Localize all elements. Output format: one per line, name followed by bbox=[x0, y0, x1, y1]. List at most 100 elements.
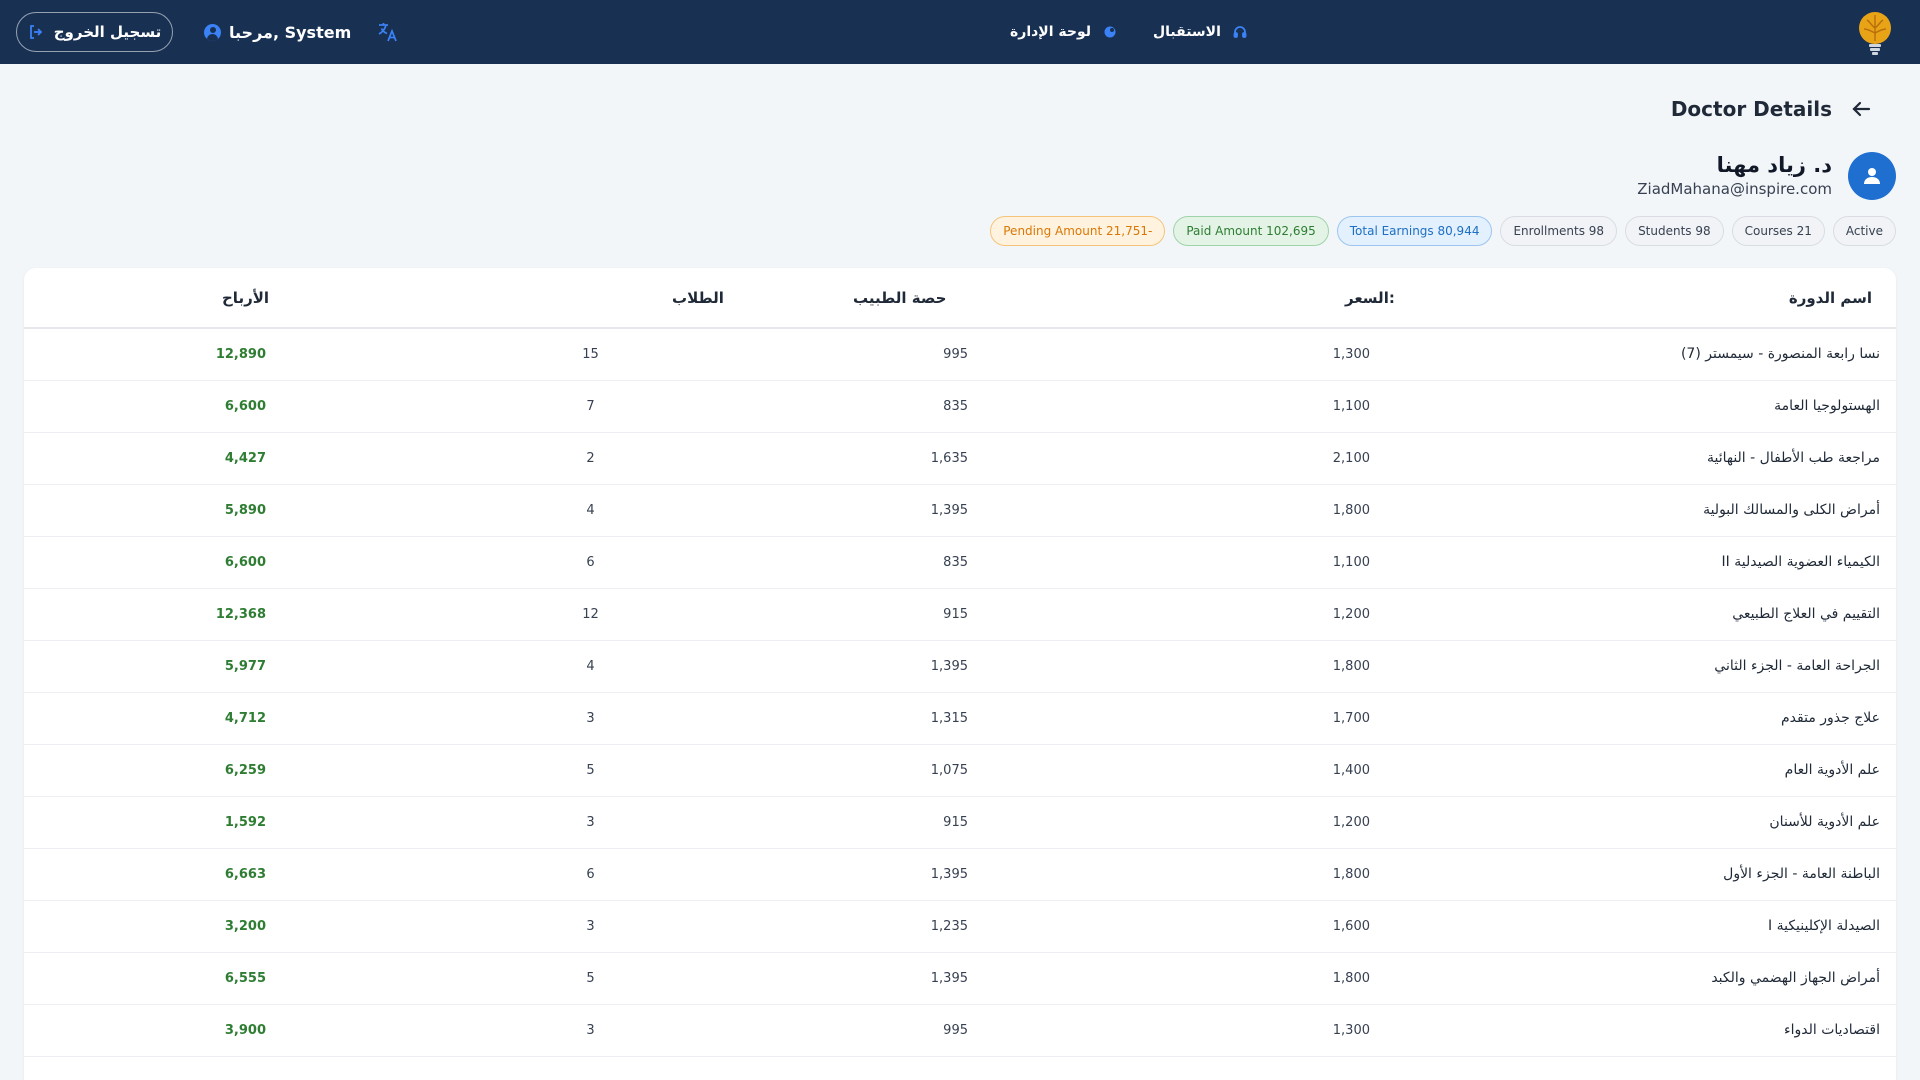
course-name-cell: أمراض الجهاز الهضمي والكبد bbox=[1382, 952, 1896, 1005]
earnings-cell: 6,555 bbox=[24, 952, 454, 1005]
table-row[interactable]: 12,890 15 995 1,300 نسا رابعة المنصورة - سيم… bbox=[24, 328, 1896, 381]
students-cell: 12 bbox=[454, 588, 724, 641]
price-cell-value: 1,200 bbox=[1332, 814, 1370, 830]
price-cell: 2,100 bbox=[1120, 432, 1382, 485]
course-name-cell: نسا رابعة المنصورة - سيمستر (7) bbox=[1382, 328, 1896, 381]
table-row[interactable]: 4,427 2 1,635 2,100 مراجعة طب الأطفال - النه… bbox=[24, 432, 1896, 485]
page-title: Doctor Details bbox=[1670, 97, 1832, 121]
top-navbar: تسجيل الخروج مرحبا, System لوحة الإدارة … bbox=[0, 0, 1920, 64]
course-name-cell: الصيدلة الإكلينيكية I bbox=[1382, 900, 1896, 953]
header-doctor-share[interactable]: حصة الطبيب bbox=[724, 268, 1120, 329]
price-cell-value: 1,800 bbox=[1332, 970, 1370, 986]
price-cell: 1,800 bbox=[1120, 848, 1382, 901]
table-row[interactable]: 12,368 12 915 1,200 التقييم في العلاج الطبيع… bbox=[24, 588, 1896, 641]
logout-icon bbox=[29, 25, 43, 39]
table-body: 12,890 15 995 1,300 نسا رابعة المنصورة - سيم… bbox=[24, 328, 1896, 1057]
price-cell-value: 1,300 bbox=[1332, 1022, 1370, 1038]
students-cell-value: 15 bbox=[582, 346, 599, 362]
earnings-cell: 3,900 bbox=[24, 1004, 454, 1057]
earnings-cell: 6,259 bbox=[24, 744, 454, 797]
course-name-cell: اقتصاديات الدواء bbox=[1382, 1004, 1896, 1057]
table-row[interactable]: 6,555 5 1,395 1,800 أمراض الجهاز الهضمي والك… bbox=[24, 952, 1896, 1005]
earnings-cell-value: 12,890 bbox=[215, 346, 266, 362]
students-cell-value: 4 bbox=[586, 658, 595, 674]
earnings-cell: 1,592 bbox=[24, 796, 454, 849]
doctor-share-cell-value: 995 bbox=[943, 1022, 968, 1038]
price-cell-value: 1,300 bbox=[1332, 346, 1370, 362]
price-cell-value: 1,200 bbox=[1332, 606, 1370, 622]
header-students[interactable]: الطلاب bbox=[454, 268, 724, 329]
table-row[interactable]: 5,977 4 1,395 1,800 الجراحة العامة - الجزء ا… bbox=[24, 640, 1896, 693]
nav-reception[interactable]: الاستقبال bbox=[1153, 20, 1247, 44]
earnings-cell: 12,368 bbox=[24, 588, 454, 641]
price-cell: 1,200 bbox=[1120, 588, 1382, 641]
table-row[interactable]: 1,592 3 915 1,200 علم الأدوية للأسنان bbox=[24, 796, 1896, 849]
earnings-cell: 6,663 bbox=[24, 848, 454, 901]
paid-amount-badge: Paid Amount 102,695 bbox=[1173, 216, 1329, 246]
table-row[interactable]: 6,259 5 1,075 1,400 علم الأدوية العام bbox=[24, 744, 1896, 797]
students-cell-value: 12 bbox=[582, 606, 599, 622]
earnings-cell: 6,600 bbox=[24, 380, 454, 433]
course-name-cell: الباطنة العامة - الجزء الأول bbox=[1382, 848, 1896, 901]
header-earnings[interactable]: الأرباح bbox=[24, 268, 454, 329]
table-row[interactable]: 5,890 4 1,395 1,800 أمراض الكلى والمسالك الب… bbox=[24, 484, 1896, 537]
table-row[interactable]: 6,663 6 1,395 1,800 الباطنة العامة - الجزء ا… bbox=[24, 848, 1896, 901]
price-cell-value: 1,100 bbox=[1332, 554, 1370, 570]
doctor-share-cell-value: 1,395 bbox=[930, 866, 968, 882]
students-badge: Students 98 bbox=[1625, 216, 1724, 246]
stats-badges: Active Courses 21 Students 98 Enrollment… bbox=[990, 216, 1896, 246]
nav-admin-label: لوحة الإدارة bbox=[1010, 24, 1092, 40]
header-course-name[interactable]: اسم الدورة bbox=[1382, 268, 1896, 329]
earnings-cell-value: 5,977 bbox=[224, 658, 266, 674]
earnings-cell: 5,977 bbox=[24, 640, 454, 693]
doctor-share-cell: 1,395 bbox=[724, 952, 1120, 1005]
earnings-cell-value: 3,900 bbox=[224, 1022, 266, 1038]
doctor-name: د. زياد مهنا bbox=[1716, 153, 1832, 177]
price-cell-value: 1,800 bbox=[1332, 658, 1370, 674]
course-name-cell: الهستولوجيا العامة bbox=[1382, 380, 1896, 433]
price-cell: 1,100 bbox=[1120, 380, 1382, 433]
header-price[interactable]: السعر: bbox=[1120, 268, 1395, 329]
students-cell-value: 5 bbox=[586, 762, 595, 778]
price-cell-value: 1,400 bbox=[1332, 762, 1370, 778]
table-row[interactable]: 6,600 7 835 1,100 الهستولوجيا العامة bbox=[24, 380, 1896, 433]
table-row[interactable]: 6,600 6 835 1,100 الكيمياء العضوية الصيدلية … bbox=[24, 536, 1896, 589]
course-name-cell: أمراض الكلى والمسالك البولية bbox=[1382, 484, 1896, 537]
earnings-cell-value: 3,200 bbox=[224, 918, 266, 934]
earnings-cell-value: 6,259 bbox=[224, 762, 266, 778]
courses-badge: Courses 21 bbox=[1731, 216, 1825, 246]
doctor-share-cell: 1,395 bbox=[724, 848, 1120, 901]
students-cell: 3 bbox=[454, 1004, 724, 1057]
table-row[interactable]: 3,900 3 995 1,300 اقتصاديات الدواء bbox=[24, 1004, 1896, 1057]
earnings-cell-value: 12,368 bbox=[215, 606, 266, 622]
students-cell: 4 bbox=[454, 640, 724, 693]
earnings-cell-value: 6,600 bbox=[224, 398, 266, 414]
students-cell: 6 bbox=[454, 536, 724, 589]
price-cell: 1,300 bbox=[1120, 1004, 1382, 1057]
brain-bulb-logo[interactable] bbox=[1856, 10, 1894, 56]
doctor-share-cell-value: 915 bbox=[943, 606, 968, 622]
course-name-cell: علاج جذور متقدم bbox=[1382, 692, 1896, 745]
students-cell-value: 7 bbox=[586, 398, 595, 414]
price-cell-value: 1,800 bbox=[1332, 866, 1370, 882]
back-arrow-icon[interactable] bbox=[1850, 98, 1872, 120]
nav-admin-dashboard[interactable]: لوحة الإدارة bbox=[1010, 20, 1117, 44]
course-name-cell: علم الأدوية للأسنان bbox=[1382, 796, 1896, 849]
students-cell: 2 bbox=[454, 432, 724, 485]
price-cell: 1,300 bbox=[1120, 328, 1382, 381]
earnings-cell-value: 6,663 bbox=[224, 866, 266, 882]
table-row[interactable]: 3,200 3 1,235 1,600 الصيدلة الإكلينيكية I bbox=[24, 900, 1896, 953]
logout-button[interactable]: تسجيل الخروج bbox=[16, 12, 173, 52]
price-cell: 1,800 bbox=[1120, 952, 1382, 1005]
user-icon bbox=[204, 23, 221, 41]
avatar bbox=[1848, 152, 1896, 200]
doctor-share-cell: 1,315 bbox=[724, 692, 1120, 745]
total-earnings-badge: Total Earnings 80,944 bbox=[1336, 216, 1493, 246]
doctor-share-cell: 915 bbox=[724, 796, 1120, 849]
course-name-cell: علم الأدوية العام bbox=[1382, 744, 1896, 797]
doctor-share-cell-value: 1,315 bbox=[930, 710, 968, 726]
translate-icon[interactable] bbox=[376, 20, 400, 44]
doctor-share-cell-value: 1,395 bbox=[930, 658, 968, 674]
doctor-share-cell: 915 bbox=[724, 588, 1120, 641]
table-row[interactable]: 4,712 3 1,315 1,700 علاج جذور متقدم bbox=[24, 692, 1896, 745]
